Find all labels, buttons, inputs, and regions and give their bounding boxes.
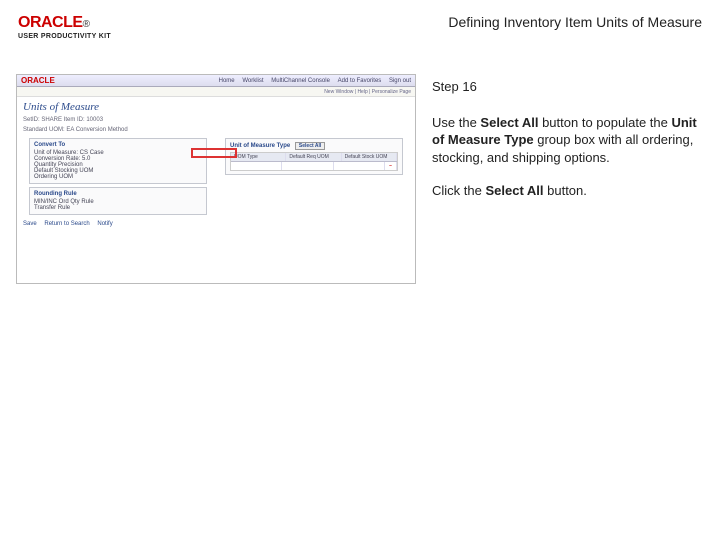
thumb-uom-grid: UOM Type Default Req UOM Default Stock U… [230,152,398,171]
thumb-rounding-box: Rounding Rule MIN/INC Ord Qty Rule Trans… [29,187,207,215]
text-span: button to populate the [538,115,671,130]
thumb-box-header: Rounding Rule [34,191,202,197]
registered-mark: ® [83,19,90,30]
step-instruction: Use the Select All button to populate th… [432,114,704,167]
thumb-box-header: Convert To [34,142,202,148]
step-number: Step 16 [432,78,704,96]
upk-subtitle: USER PRODUCTIVITY KIT [18,33,111,40]
thumb-footer-links: Save Return to Search Notify [23,221,409,227]
bold-term: Select All [480,115,538,130]
thumb-tab: Sign out [389,78,411,84]
bold-term: Select All [485,183,543,198]
thumb-tab: Add to Favorites [338,78,382,84]
thumb-notify-link: Notify [97,221,112,227]
thumb-field-row: Transfer Rule [34,205,202,211]
thumb-convert-to-box: Convert To Unit of Measure: CS Case Conv… [29,138,207,184]
highlight-select-all-icon [191,148,237,158]
thumb-box-header: Unit of Measure Type Select All [230,142,398,150]
thumb-tab: Home [219,78,235,84]
thumb-grid-header-cell: Default Stock UOM [342,153,397,161]
text-span: Use the [432,115,480,130]
thumb-delete-row-icon: – [385,162,397,170]
thumb-grid-header-cell: UOM Type [231,153,286,161]
oracle-wordmark: ORACLE [18,14,83,31]
text-span: Click the [432,183,485,198]
text-span: button. [544,183,587,198]
thumb-uom-type-box: Unit of Measure Type Select All UOM Type… [225,138,403,175]
oracle-upk-logo: ORACLE® USER PRODUCTIVITY KIT [18,14,111,40]
thumb-select-all-button: Select All [295,142,325,150]
thumb-breadcrumb: New Window | Help | Personalize Page [17,87,415,97]
thumb-tab: Worklist [242,78,263,84]
thumb-setid-row: SetID: SHARE Item ID: 10003 [17,115,415,125]
thumb-grid-header-cell: Default Req UOM [286,153,341,161]
thumb-page-heading: Units of Measure [17,97,415,115]
app-screenshot-thumbnail: ORACLE Home Worklist MultiChannel Consol… [16,74,416,284]
thumb-grid-cell [231,162,282,170]
thumb-return-link: Return to Search [44,221,89,227]
thumb-save-link: Save [23,221,37,227]
thumb-grid-cell [282,162,333,170]
thumb-std-uom-row: Standard UOM: EA Conversion Method [17,125,415,135]
thumb-tab: MultiChannel Console [271,78,330,84]
page-title: Defining Inventory Item Units of Measure [448,14,702,30]
thumb-field-row: Ordering UOM [34,174,202,180]
thumb-oracle-logo: ORACLE [21,76,55,85]
thumb-grid-cell [334,162,385,170]
thumb-top-tabs: Home Worklist MultiChannel Console Add t… [213,78,411,84]
thumb-box-title: Unit of Measure Type [230,143,290,149]
instruction-pane: Step 16 Use the Select All button to pop… [432,54,704,284]
step-action: Click the Select All button. [432,182,704,200]
